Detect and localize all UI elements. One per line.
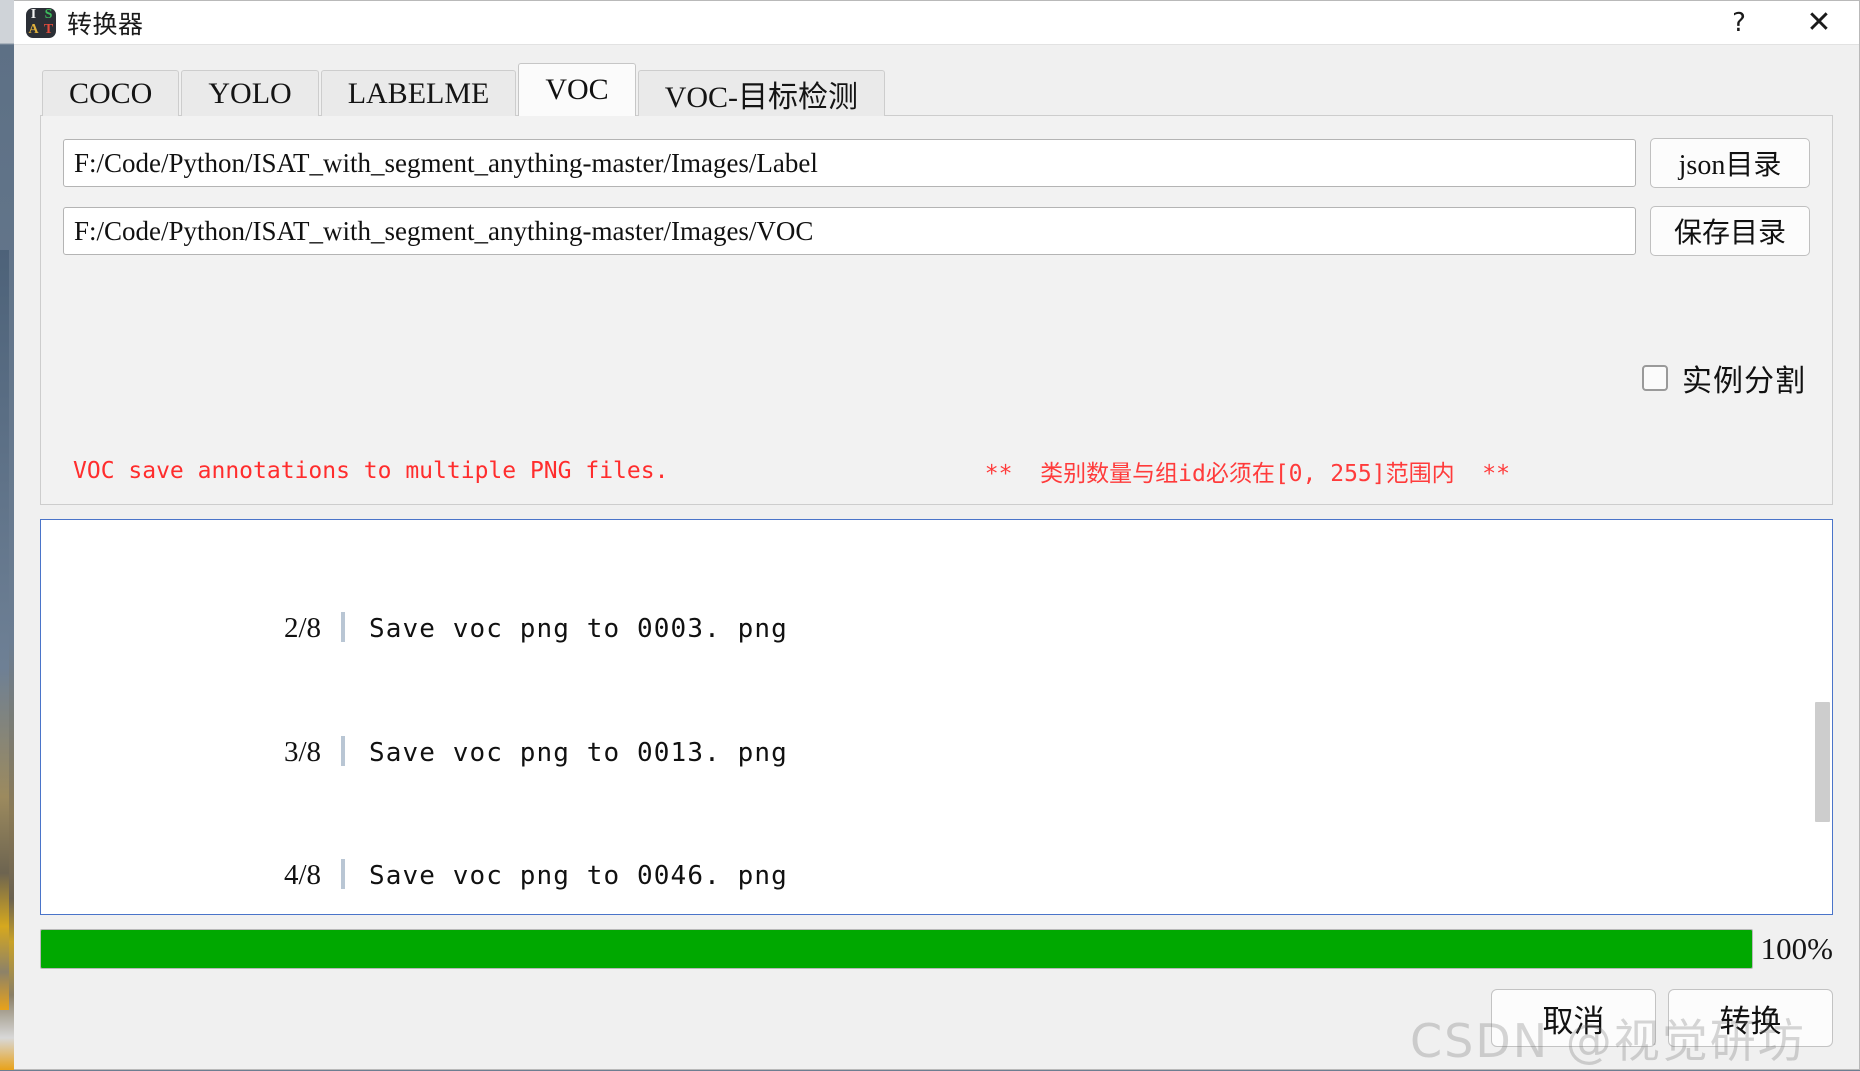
converter-upper-panel: COCO YOLO LABELME VOC VOC-目标检测 json目录 保存… bbox=[14, 45, 1859, 505]
voc-tab-panel: json目录 保存目录 实例分割 VOC save annotations to… bbox=[40, 115, 1833, 505]
application-root: I S A T 转换器 ? ✕ COCO YOLO LABELME VOC VO… bbox=[0, 0, 1860, 1070]
instance-segmentation-label: 实例分割 bbox=[1682, 364, 1806, 399]
log-scrollbar-thumb[interactable] bbox=[1815, 702, 1830, 822]
cancel-button[interactable]: 取消 bbox=[1491, 989, 1656, 1047]
icon-letter-a: A bbox=[28, 22, 39, 37]
format-tabbar: COCO YOLO LABELME VOC VOC-目标检测 bbox=[42, 63, 1833, 116]
tab-voc[interactable]: VOC bbox=[518, 63, 636, 116]
tab-coco[interactable]: COCO bbox=[42, 70, 180, 116]
instance-segmentation-row[interactable]: 实例分割 bbox=[63, 356, 1810, 400]
icon-letter-t: T bbox=[43, 22, 54, 37]
log-count: 4/8 bbox=[283, 859, 321, 891]
log-line: 3/8 Save voc png to 0013. png bbox=[41, 731, 1832, 774]
window-title: 转换器 bbox=[67, 9, 144, 39]
json-dir-row: json目录 bbox=[63, 138, 1810, 188]
log-scrollbar[interactable] bbox=[1815, 522, 1830, 912]
voc-format-hint: VOC save annotations to multiple PNG fil… bbox=[73, 458, 669, 484]
json-dir-input[interactable] bbox=[63, 139, 1636, 187]
icon-letter-s: S bbox=[44, 7, 53, 22]
progress-row: 100% bbox=[40, 927, 1833, 971]
log-message: Save voc png to 0046. png bbox=[369, 861, 788, 891]
log-message: Save voc png to 0013. png bbox=[369, 737, 788, 768]
tab-voc-detection[interactable]: VOC-目标检测 bbox=[637, 70, 886, 116]
close-icon[interactable]: ✕ bbox=[1779, 1, 1859, 45]
progress-bar bbox=[40, 929, 1753, 969]
json-dir-button[interactable]: json目录 bbox=[1650, 138, 1810, 188]
category-range-warning: ** 类别数量与组id必须在[0, 255]范围内 ** bbox=[984, 461, 1510, 487]
log-separator bbox=[341, 612, 345, 642]
save-dir-row: 保存目录 bbox=[63, 206, 1810, 256]
progress-bar-fill bbox=[41, 930, 1752, 968]
icon-letter-i: I bbox=[30, 7, 37, 22]
convert-button[interactable]: 转换 bbox=[1668, 989, 1833, 1047]
save-dir-input[interactable] bbox=[63, 207, 1636, 255]
log-text: 2/8 Save voc png to 0003. png 3/8 Save v… bbox=[41, 520, 1832, 914]
log-line: 2/8 Save voc png to 0003. png bbox=[41, 607, 1832, 650]
desktop-background-strip-inner bbox=[0, 250, 9, 1010]
help-icon[interactable]: ? bbox=[1699, 1, 1779, 45]
log-output-area[interactable]: 2/8 Save voc png to 0003. png 3/8 Save v… bbox=[40, 519, 1833, 915]
log-separator bbox=[341, 735, 345, 766]
log-count: 3/8 bbox=[283, 735, 321, 768]
converter-window: I S A T 转换器 ? ✕ COCO YOLO LABELME VOC VO… bbox=[14, 0, 1860, 1070]
hint-row: VOC save annotations to multiple PNG fil… bbox=[63, 454, 1810, 488]
window-controls: ? ✕ bbox=[1699, 1, 1859, 45]
tab-labelme[interactable]: LABELME bbox=[320, 70, 517, 116]
instance-segmentation-checkbox[interactable] bbox=[1642, 365, 1668, 391]
log-message: Save voc png to 0003. png bbox=[369, 614, 788, 644]
log-count: 2/8 bbox=[283, 612, 321, 644]
progress-percent-label: 100% bbox=[1760, 931, 1833, 966]
tab-yolo[interactable]: YOLO bbox=[181, 70, 319, 116]
action-button-row: 取消 转换 bbox=[14, 971, 1859, 1069]
isat-app-icon: I S A T bbox=[26, 7, 56, 38]
log-line: 4/8 Save voc png to 0046. png bbox=[41, 854, 1832, 897]
save-dir-button[interactable]: 保存目录 bbox=[1650, 206, 1810, 256]
log-separator bbox=[341, 859, 345, 889]
title-bar: I S A T 转换器 ? ✕ bbox=[14, 1, 1859, 45]
